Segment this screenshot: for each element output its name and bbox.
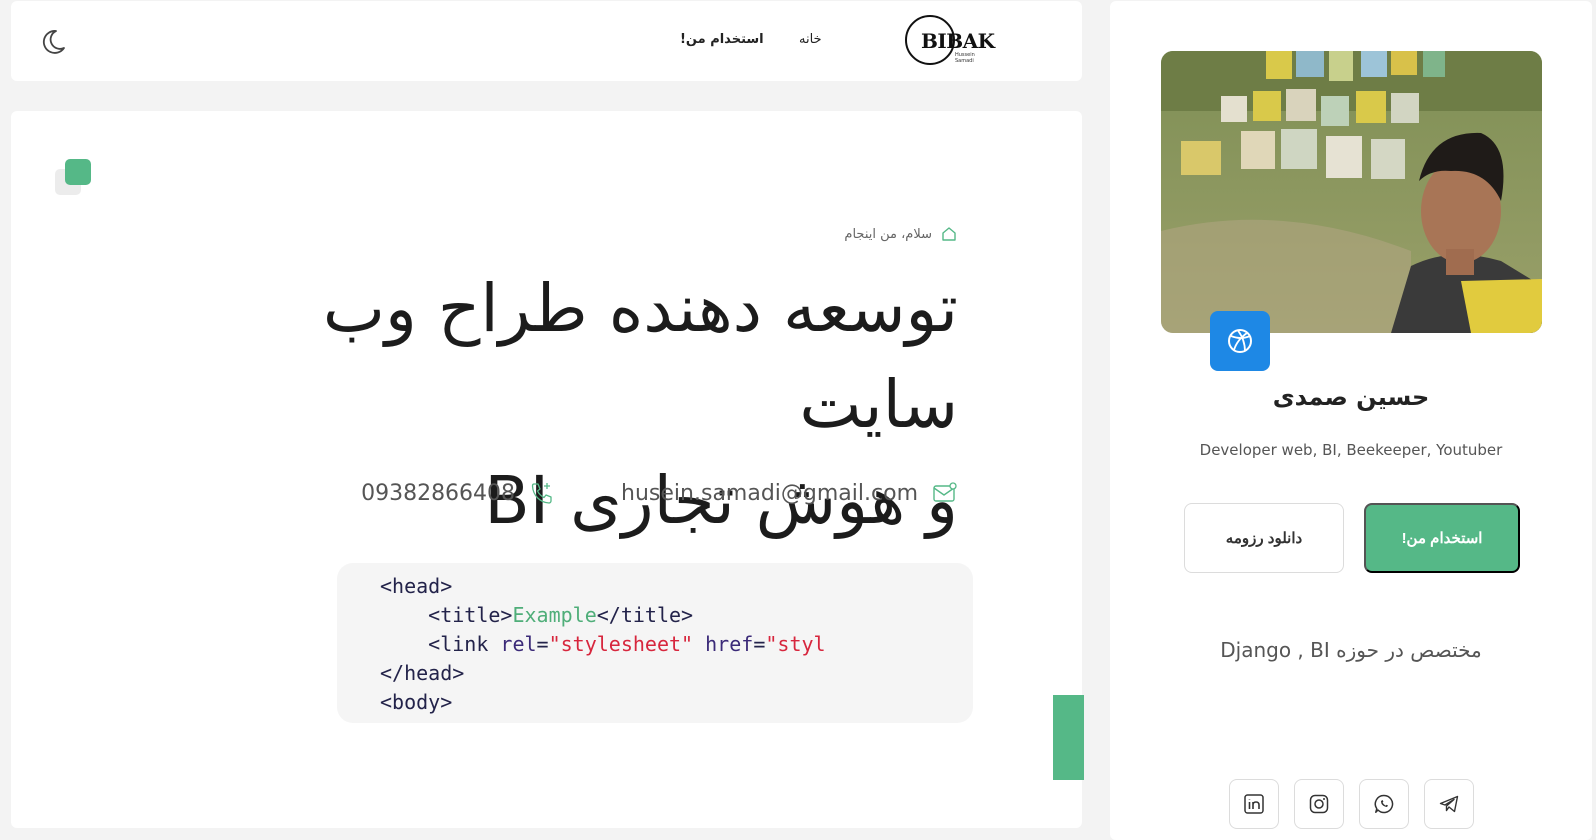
code-line: <head> <box>380 572 973 601</box>
code-line: </head> <box>380 659 973 688</box>
code-token: </title> <box>596 603 694 627</box>
breadcrumb-text: سلام، من اینجام <box>844 226 932 242</box>
linkedin-icon <box>1244 794 1264 814</box>
dribbble-icon <box>1228 329 1252 353</box>
code-token: Example <box>512 603 597 627</box>
phone-text: 09382866408 <box>361 480 516 506</box>
home-icon <box>942 227 956 241</box>
email-text: husein.samadi@gmail.com <box>621 480 918 506</box>
code-snippet: <head> <title>Example</title> <link rel=… <box>337 563 973 723</box>
nav-link-home[interactable]: خانه <box>799 32 822 47</box>
whatsapp-icon <box>1374 794 1394 814</box>
code-line: <body> <box>380 688 973 717</box>
code-token: </head> <box>380 661 465 685</box>
profile-photo <box>1161 51 1542 333</box>
code-token: "styles.css"> <box>765 632 825 656</box>
top-nav: استخدام من! خانه BIBAK Hussein Samadi <box>11 1 1082 81</box>
code-token: <title> <box>428 603 513 627</box>
dribbble-button[interactable] <box>1210 311 1270 371</box>
logo[interactable]: BIBAK Hussein Samadi <box>905 15 995 67</box>
contact-info: husein.samadi@gmail.com 09382866408 <box>361 480 958 506</box>
phone-icon <box>531 483 552 504</box>
code-line: <link rel="stylesheet" href="styles.css"… <box>380 630 825 659</box>
nav-link-hire[interactable]: استخدام من! <box>680 32 764 47</box>
download-cv-button[interactable]: دانلود رزومه <box>1184 503 1344 573</box>
code-token: = <box>753 632 766 656</box>
logo-text: BIBAK <box>921 29 995 53</box>
whatsapp-button[interactable] <box>1359 779 1409 829</box>
mail-icon <box>933 482 957 502</box>
instagram-icon <box>1309 794 1329 814</box>
code-token: <body> <box>380 690 453 714</box>
social-links <box>1229 779 1474 829</box>
code-token: = <box>536 632 549 656</box>
breadcrumb: سلام، من اینجام <box>844 225 958 243</box>
code-token: "stylesheet" <box>548 632 694 656</box>
headline-line-1: توسعه دهنده طراح وب سایت <box>322 270 958 443</box>
contact-phone[interactable]: 09382866408 <box>361 480 555 506</box>
telegram-button[interactable] <box>1424 779 1474 829</box>
logo-subtext: Hussein Samadi <box>955 52 975 64</box>
side-tab[interactable] <box>1053 695 1084 780</box>
profile-card: حسین صمدی Developer web, BI, Beekeeper, … <box>1110 1 1592 840</box>
code-token: <link <box>428 632 501 656</box>
code-line: <title>Example</title> <box>380 601 973 630</box>
instagram-button[interactable] <box>1294 779 1344 829</box>
code-token: <head> <box>380 574 453 598</box>
moon-icon[interactable] <box>38 27 68 57</box>
profile-role: Developer web, BI, Beekeeper, Youtuber <box>1199 441 1503 459</box>
telegram-icon <box>1439 795 1459 813</box>
code-token: href <box>693 632 754 656</box>
profile-name: حسین صمدی <box>1272 383 1430 411</box>
specialty-text: مختصص در حوزه Django , BI <box>1220 638 1482 662</box>
contact-email[interactable]: husein.samadi@gmail.com <box>621 480 958 506</box>
profile-photo-illustration <box>1161 51 1542 333</box>
code-token: rel <box>500 632 537 656</box>
hire-me-button[interactable]: استخدام من! <box>1364 503 1520 573</box>
decorative-square-front <box>65 159 91 185</box>
linkedin-button[interactable] <box>1229 779 1279 829</box>
